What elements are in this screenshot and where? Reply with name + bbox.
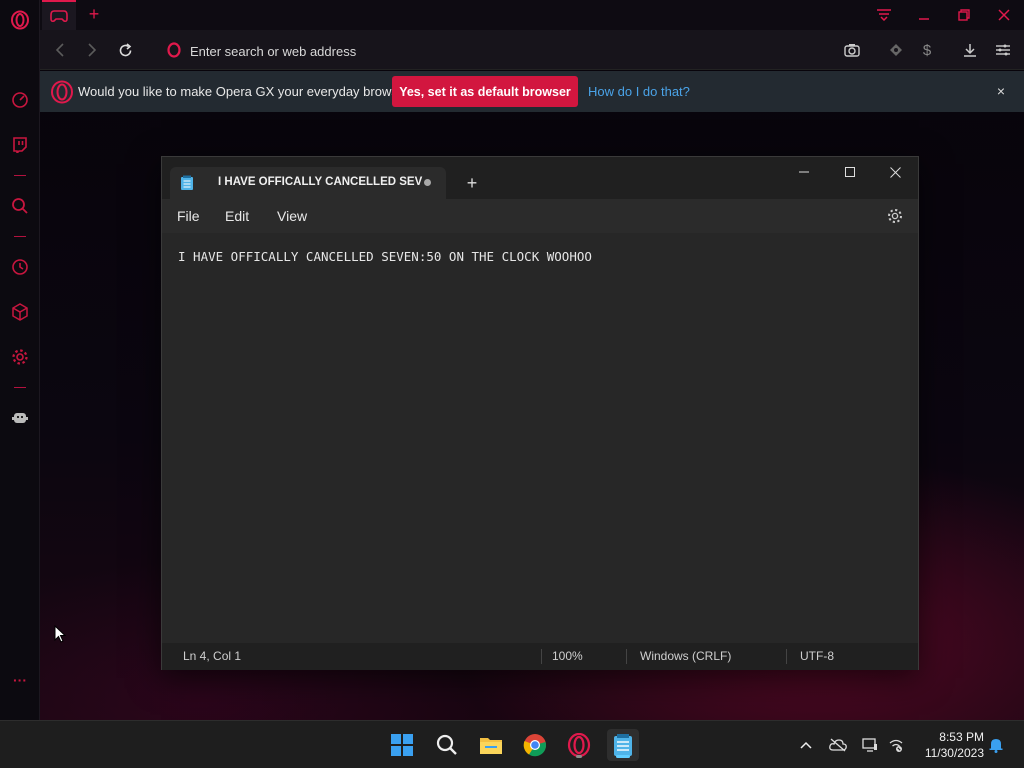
new-tab-button[interactable]: + xyxy=(84,4,104,24)
search-icon[interactable] xyxy=(431,729,463,761)
extensions-cube-icon[interactable] xyxy=(8,300,32,324)
clock-time: 8:53 PM xyxy=(939,730,984,744)
settings-gear-icon[interactable] xyxy=(8,345,32,369)
notepad-icon xyxy=(181,175,193,190)
back-icon[interactable] xyxy=(48,38,72,62)
onedrive-icon[interactable] xyxy=(828,735,848,755)
zoom-level[interactable]: 100% xyxy=(552,649,583,663)
address-input[interactable] xyxy=(190,40,690,62)
clock[interactable]: 8:53 PM 11/30/2023 xyxy=(900,729,984,761)
forward-icon[interactable] xyxy=(80,38,104,62)
crypto-wallet-icon[interactable]: $ xyxy=(915,38,939,62)
status-divider xyxy=(626,649,627,664)
running-indicator xyxy=(576,755,582,758)
opera-gx-icon[interactable] xyxy=(563,729,595,761)
more-options-icon[interactable]: ··· xyxy=(8,668,32,692)
default-browser-infobar: Would you like to make Opera GX your eve… xyxy=(40,71,1024,112)
mouse-cursor-icon xyxy=(54,625,66,643)
address-bar: $ xyxy=(40,30,1024,70)
how-do-i-link[interactable]: How do I do that? xyxy=(588,84,690,99)
notepad-titlebar: I HAVE OFFICALLY CANCELLED SEV + xyxy=(162,157,918,199)
sidebar-divider xyxy=(14,236,26,237)
menu-view[interactable]: View xyxy=(277,208,307,224)
opera-gx-logo-icon xyxy=(51,80,73,104)
file-explorer-icon[interactable] xyxy=(475,729,507,761)
start-icon[interactable] xyxy=(386,729,418,761)
notepad-new-tab-button[interactable]: + xyxy=(462,173,482,193)
download-icon[interactable] xyxy=(958,38,982,62)
taskbar: 8:53 PM 11/30/2023 xyxy=(0,720,1024,768)
notepad-text-area[interactable]: I HAVE OFFICALLY CANCELLED SEVEN:50 ON T… xyxy=(162,233,918,639)
status-divider xyxy=(541,649,542,664)
menu-file[interactable]: File xyxy=(177,208,200,224)
browser-sidebar: ··· xyxy=(0,0,40,720)
line-ending[interactable]: Windows (CRLF) xyxy=(640,649,731,663)
restore-icon[interactable] xyxy=(944,0,984,30)
browser-tab-strip: + xyxy=(40,0,1024,30)
notepad-menubar: File Edit View xyxy=(162,199,918,233)
active-indicator xyxy=(616,755,630,758)
game-controller-icon xyxy=(50,10,68,23)
opera-logo-icon[interactable] xyxy=(8,8,32,32)
set-default-browser-button[interactable]: Yes, set it as default browser xyxy=(392,76,578,107)
gx-corner-tab[interactable] xyxy=(42,0,76,30)
aria-ai-icon[interactable] xyxy=(8,406,32,430)
speed-dial-icon[interactable] xyxy=(8,88,32,112)
vpn-icon[interactable] xyxy=(884,38,908,62)
menu-edit[interactable]: Edit xyxy=(225,208,249,224)
notepad-tab-title: I HAVE OFFICALLY CANCELLED SEV xyxy=(218,176,423,188)
notepad-icon[interactable] xyxy=(607,729,639,761)
notepad-minimize-icon[interactable] xyxy=(781,157,827,187)
tab-menu-icon[interactable] xyxy=(864,0,904,30)
minimize-icon[interactable] xyxy=(904,0,944,30)
search-icon[interactable] xyxy=(8,194,32,218)
history-icon[interactable] xyxy=(8,255,32,279)
twitch-icon[interactable] xyxy=(8,133,32,157)
notepad-content[interactable]: I HAVE OFFICALLY CANCELLED SEVEN:50 ON T… xyxy=(178,249,592,264)
display-icon[interactable] xyxy=(860,735,880,755)
chevron-up-icon[interactable] xyxy=(796,735,816,755)
status-divider xyxy=(786,649,787,664)
opera-address-icon xyxy=(162,38,186,62)
infobar-close-icon[interactable]: × xyxy=(992,82,1010,100)
infobar-message: Would you like to make Opera GX your eve… xyxy=(78,84,417,99)
reload-icon[interactable] xyxy=(113,38,137,62)
notification-bell-icon[interactable] xyxy=(986,735,1006,755)
snapshot-camera-icon[interactable] xyxy=(840,38,864,62)
notepad-settings-icon[interactable] xyxy=(886,207,904,225)
notepad-tab[interactable]: I HAVE OFFICALLY CANCELLED SEV xyxy=(170,167,446,199)
chrome-icon[interactable] xyxy=(519,729,551,761)
sidebar-divider xyxy=(14,387,26,388)
easy-setup-menu-icon[interactable] xyxy=(991,38,1015,62)
close-window-icon[interactable] xyxy=(984,0,1024,30)
sidebar-divider xyxy=(14,175,26,176)
notepad-window: I HAVE OFFICALLY CANCELLED SEV + File Ed… xyxy=(161,156,919,670)
notepad-statusbar: Ln 4, Col 1 100% Windows (CRLF) UTF-8 xyxy=(162,643,918,670)
cursor-position: Ln 4, Col 1 xyxy=(183,649,242,663)
clock-date: 11/30/2023 xyxy=(924,746,984,760)
encoding[interactable]: UTF-8 xyxy=(800,649,834,663)
notepad-close-icon[interactable] xyxy=(872,157,918,187)
notepad-maximize-icon[interactable] xyxy=(827,157,873,187)
unsaved-indicator-icon[interactable] xyxy=(424,179,431,186)
